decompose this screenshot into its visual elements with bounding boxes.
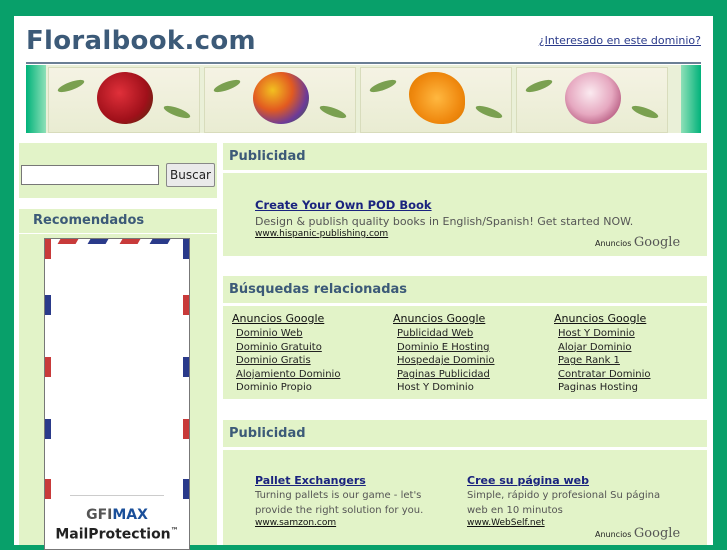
recommended-heading: Recomendados [33,213,145,228]
ad-item: Cree su página web Simple, rápido y prof… [467,474,677,528]
ad-url-link[interactable]: www.samzon.com [255,518,455,528]
related-link[interactable]: Paginas Publicidad [397,368,543,382]
recommended-box: Recomendados GFIMAX MailProtection™ [19,209,217,550]
site-title[interactable]: Floralbook.com [26,26,256,56]
banner-left-edge [26,65,46,133]
ad-description: Turning pallets is our game - let's prov… [255,490,424,516]
ad-title-link[interactable]: Pallet Exchangers [255,474,455,487]
publicidad-top-ads: Create Your Own POD Book Design & publis… [223,173,707,256]
publicidad-bottom-ads: Pallet Exchangers Turning pallets is our… [223,450,707,545]
related-link[interactable]: Page Rank 1 [558,354,704,368]
publicidad-bottom-header: Publicidad [223,420,707,447]
related-link[interactable]: Hospedaje Dominio [397,354,543,368]
publicidad-top-header: Publicidad [223,143,707,170]
domain-interest-link[interactable]: ¿Interesado en este dominio? [539,34,701,47]
search-button[interactable]: Buscar [166,163,215,187]
gfimax-ad[interactable]: GFIMAX MailProtection™ [44,238,190,550]
related-link[interactable]: Publicidad Web [397,327,543,341]
ad-product-name: MailProtection™ [55,526,179,543]
adsense-google-brand[interactable]: Anuncios Google [595,235,680,250]
related-header: Búsquedas relacionadas [223,276,707,303]
gfi-logo: GFIMAX [86,507,148,523]
related-link[interactable]: Alojamiento Dominio [236,368,382,382]
related-link[interactable]: Contratar Dominio [558,368,704,382]
related-column-header[interactable]: Anuncios Google [393,312,543,325]
related-link[interactable]: Dominio Web [236,327,382,341]
ad-title-link[interactable]: Create Your Own POD Book [255,198,633,212]
related-link[interactable]: Dominio Gratuito [236,341,382,355]
related-column: Anuncios Google Host Y Dominio Alojar Do… [554,312,704,395]
ad-description: Design & publish quality books in Englis… [255,215,634,228]
ad-item: Pallet Exchangers Turning pallets is our… [255,474,455,528]
ad-item: Create Your Own POD Book Design & publis… [255,198,633,239]
related-link[interactable]: Dominio Propio [236,381,382,395]
related-link[interactable]: Alojar Dominio [558,341,704,355]
ad-url-link[interactable]: www.hispanic-publishing.com [255,229,633,239]
related-column-header[interactable]: Anuncios Google [554,312,704,325]
ad-description: Simple, rápido y profesional Su página w… [467,490,661,516]
ad-divider [70,495,164,496]
search-box: Buscar [19,143,217,198]
publicidad-top-heading: Publicidad [229,149,306,164]
related-link[interactable]: Dominio Gratis [236,354,382,368]
related-column-header[interactable]: Anuncios Google [232,312,382,325]
related-heading: Búsquedas relacionadas [229,282,408,297]
banner-image-mixed-bouquet [204,67,356,133]
search-input[interactable] [21,165,159,185]
related-link[interactable]: Paginas Hosting [558,381,704,395]
banner-image-pink-lilies [516,67,668,133]
header-divider [26,62,701,64]
banner-image-orange-lily [360,67,512,133]
related-link[interactable]: Dominio E Hosting [397,341,543,355]
related-column: Anuncios Google Dominio Web Dominio Grat… [232,312,382,395]
flower-banner [26,65,701,133]
banner-right-edge [681,65,701,133]
publicidad-bottom-heading: Publicidad [229,426,306,441]
related-searches: Anuncios Google Dominio Web Dominio Grat… [223,306,707,399]
adsense-google-brand[interactable]: Anuncios Google [595,526,680,541]
related-link[interactable]: Host Y Dominio [558,327,704,341]
ad-title-link[interactable]: Cree su página web [467,474,677,487]
related-column: Anuncios Google Publicidad Web Dominio E… [393,312,543,395]
related-link[interactable]: Host Y Dominio [397,381,543,395]
recommended-divider [19,233,217,234]
banner-image-red-roses [48,67,200,133]
page: Floralbook.com ¿Interesado en este domin… [14,16,713,550]
